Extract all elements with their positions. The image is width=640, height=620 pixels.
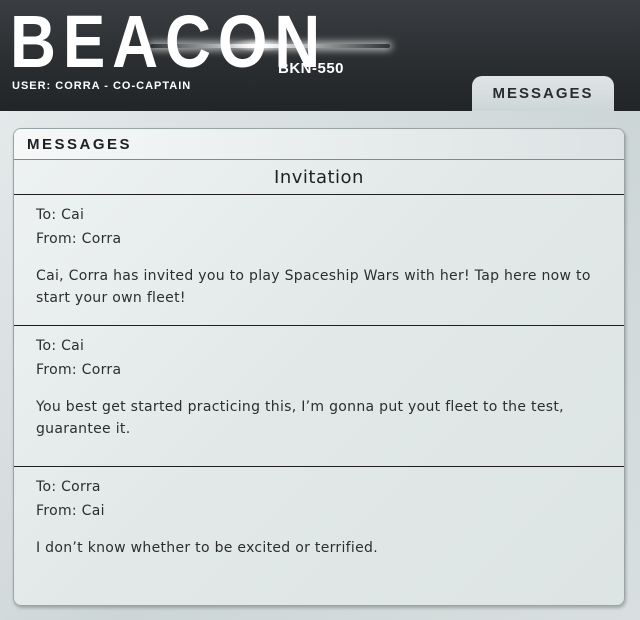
- message-body: Cai, Corra has invited you to play Space…: [36, 268, 591, 306]
- message-item[interactable]: To: Corra From: Cai I don’t know whether…: [14, 467, 624, 595]
- message-item[interactable]: To: Cai From: Corra You best get started…: [14, 326, 624, 467]
- messages-panel: MESSAGES Invitation To: Cai From: Corra …: [13, 128, 625, 606]
- beacon-code: BKN-550: [278, 60, 345, 77]
- tab-messages[interactable]: MESSAGES: [472, 76, 614, 111]
- message-to: To: Cai: [36, 207, 85, 223]
- message-from: From: Corra: [36, 231, 122, 247]
- message-item[interactable]: To: Cai From: Corra Cai, Corra has invit…: [14, 195, 624, 326]
- message-from: From: Cai: [36, 503, 105, 519]
- user-info: USER: CORRA - CO-CAPTAIN: [12, 80, 192, 92]
- app-header: BEACON BKN-550 USER: CORRA - CO-CAPTAIN …: [0, 0, 640, 111]
- message-body: You best get started practicing this, I’…: [36, 399, 564, 437]
- message-from: From: Corra: [36, 362, 122, 378]
- message-body: I don’t know whether to be excited or te…: [36, 540, 378, 556]
- message-category-header: Invitation: [14, 160, 624, 195]
- message-to: To: Corra: [36, 479, 101, 495]
- panel-title: MESSAGES: [14, 129, 624, 160]
- message-to: To: Cai: [36, 338, 85, 354]
